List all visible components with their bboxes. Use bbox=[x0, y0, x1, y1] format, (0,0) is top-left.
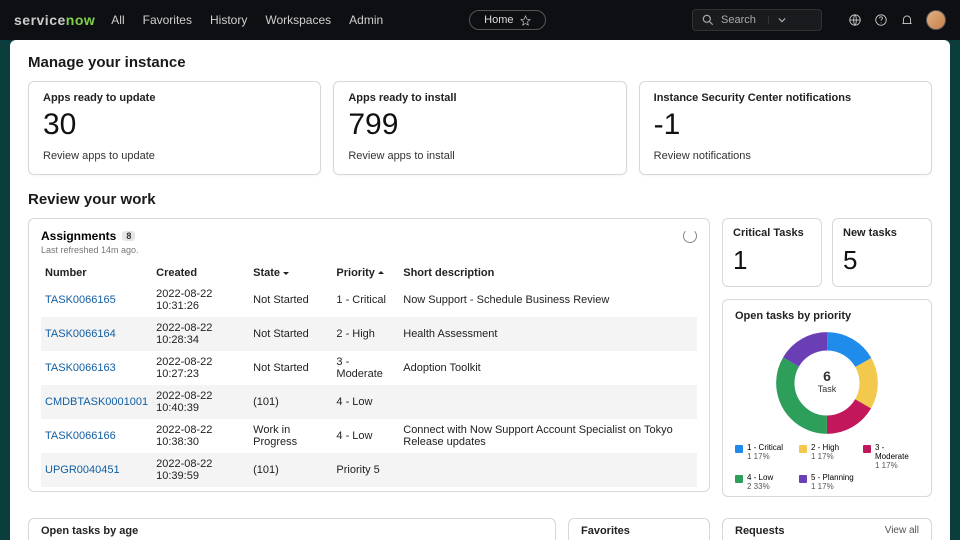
mini-card-1[interactable]: New tasks 5 bbox=[832, 218, 932, 287]
nav-admin[interactable]: Admin bbox=[349, 13, 383, 27]
card-value: -1 bbox=[654, 110, 917, 140]
donut-center: 6 Task bbox=[772, 368, 882, 394]
col-created[interactable]: Created bbox=[152, 263, 249, 283]
requests-card[interactable]: RequestsView all bbox=[722, 518, 932, 540]
task-number[interactable]: TASK0066163 bbox=[41, 351, 152, 385]
task-desc: Adoption Toolkit bbox=[399, 351, 697, 385]
card-link[interactable]: Review notifications bbox=[654, 150, 917, 162]
task-priority: 3 - Moderate bbox=[332, 351, 399, 385]
task-number[interactable]: UPGR0040451 bbox=[41, 453, 152, 487]
card-value: 30 bbox=[43, 110, 306, 140]
task-state: Not Started bbox=[249, 283, 332, 317]
assignments-table: Number Created State Priority Short desc… bbox=[41, 263, 697, 487]
priority-title: Open tasks by priority bbox=[735, 310, 919, 322]
legend-item[interactable]: 1 - Critical1 17% bbox=[735, 444, 791, 470]
mini-card-0[interactable]: Critical Tasks 1 bbox=[722, 218, 822, 287]
summary-card-2[interactable]: Instance Security Center notifications -… bbox=[639, 81, 932, 175]
nav-favorites[interactable]: Favorites bbox=[143, 13, 192, 27]
legend-swatch bbox=[799, 475, 807, 483]
task-desc bbox=[399, 385, 697, 419]
card-title: Instance Security Center notifications bbox=[654, 92, 917, 104]
globe-icon[interactable] bbox=[848, 13, 862, 27]
task-state: (101) bbox=[249, 453, 332, 487]
col-state[interactable]: State bbox=[249, 263, 332, 283]
legend-item[interactable]: 3 - Moderate1 17% bbox=[863, 444, 919, 470]
assignments-count-badge: 8 bbox=[122, 231, 135, 241]
task-created: 2022-08-22 10:27:23 bbox=[152, 351, 249, 385]
task-desc: Now Support - Schedule Business Review bbox=[399, 283, 697, 317]
section-manage-title: Manage your instance bbox=[28, 54, 932, 71]
table-row[interactable]: TASK0066165 2022-08-22 10:31:26 Not Star… bbox=[41, 283, 697, 317]
card-title: Apps ready to update bbox=[43, 92, 306, 104]
legend-swatch bbox=[735, 475, 743, 483]
nav-history[interactable]: History bbox=[210, 13, 247, 27]
assignments-title: Assignments bbox=[41, 229, 116, 243]
legend-swatch bbox=[799, 445, 807, 453]
task-desc: Health Assessment bbox=[399, 317, 697, 351]
search-dropdown[interactable] bbox=[768, 16, 790, 24]
task-priority: 4 - Low bbox=[332, 385, 399, 419]
legend-swatch bbox=[735, 445, 743, 453]
task-number[interactable]: CMDBTASK0001001 bbox=[41, 385, 152, 419]
donut-legend: 1 - Critical1 17% 2 - High1 17% 3 - Mode… bbox=[735, 444, 919, 492]
favorites-card[interactable]: Favorites bbox=[568, 518, 710, 540]
refresh-icon[interactable] bbox=[683, 229, 697, 243]
assignments-card: Assignments 8 Last refreshed 14m ago. Nu… bbox=[28, 218, 710, 492]
chevron-down-icon bbox=[778, 16, 786, 24]
priority-card: Open tasks by priority 6 Task 1 - Critic… bbox=[722, 299, 932, 497]
task-created: 2022-08-22 10:31:26 bbox=[152, 283, 249, 317]
task-priority: 4 - Low bbox=[332, 419, 399, 453]
logo[interactable]: servicenow bbox=[14, 12, 95, 28]
task-state: (101) bbox=[249, 385, 332, 419]
task-number[interactable]: TASK0066164 bbox=[41, 317, 152, 351]
card-value: 799 bbox=[348, 110, 611, 140]
summary-card-0[interactable]: Apps ready to update 30 Review apps to u… bbox=[28, 81, 321, 175]
page-body: Manage your instance Apps ready to updat… bbox=[10, 40, 950, 540]
task-state: Not Started bbox=[249, 351, 332, 385]
col-priority[interactable]: Priority bbox=[332, 263, 399, 283]
star-icon bbox=[520, 15, 531, 26]
home-pill[interactable]: Home bbox=[469, 10, 545, 30]
table-row[interactable]: TASK0066163 2022-08-22 10:27:23 Not Star… bbox=[41, 351, 697, 385]
nav-all[interactable]: All bbox=[111, 13, 124, 27]
legend-swatch bbox=[863, 445, 871, 453]
task-priority: Priority 5 bbox=[332, 453, 399, 487]
bell-icon[interactable] bbox=[900, 13, 914, 27]
task-created: 2022-08-22 10:28:34 bbox=[152, 317, 249, 351]
legend-item[interactable]: 4 - Low2 33% bbox=[735, 474, 791, 492]
legend-item[interactable]: 5 - Planning1 17% bbox=[799, 474, 855, 492]
summary-card-1[interactable]: Apps ready to install 799 Review apps to… bbox=[333, 81, 626, 175]
table-row[interactable]: TASK0066166 2022-08-22 10:38:30 Work in … bbox=[41, 419, 697, 453]
table-row[interactable]: CMDBTASK0001001 2022-08-22 10:40:39 (101… bbox=[41, 385, 697, 419]
task-priority: 1 - Critical bbox=[332, 283, 399, 317]
task-number[interactable]: TASK0066166 bbox=[41, 419, 152, 453]
task-desc bbox=[399, 453, 697, 487]
help-icon[interactable] bbox=[874, 13, 888, 27]
task-state: Not Started bbox=[249, 317, 332, 351]
section-review-title: Review your work bbox=[28, 191, 932, 208]
task-created: 2022-08-22 10:40:39 bbox=[152, 385, 249, 419]
task-priority: 2 - High bbox=[332, 317, 399, 351]
top-nav: servicenow All Favorites History Workspa… bbox=[0, 0, 960, 40]
table-row[interactable]: UPGR0040451 2022-08-22 10:39:59 (101) Pr… bbox=[41, 453, 697, 487]
col-desc[interactable]: Short description bbox=[399, 263, 697, 283]
search-icon bbox=[701, 13, 715, 27]
legend-item[interactable]: 2 - High1 17% bbox=[799, 444, 855, 470]
col-number[interactable]: Number bbox=[41, 263, 152, 283]
assignments-subtitle: Last refreshed 14m ago. bbox=[41, 245, 697, 255]
card-title: Apps ready to install bbox=[348, 92, 611, 104]
task-created: 2022-08-22 10:38:30 bbox=[152, 419, 249, 453]
card-link[interactable]: Review apps to update bbox=[43, 150, 306, 162]
task-number[interactable]: TASK0066165 bbox=[41, 283, 152, 317]
table-row[interactable]: TASK0066164 2022-08-22 10:28:34 Not Star… bbox=[41, 317, 697, 351]
card-link[interactable]: Review apps to install bbox=[348, 150, 611, 162]
user-avatar[interactable] bbox=[926, 10, 946, 30]
open-tasks-by-age-card[interactable]: Open tasks by age bbox=[28, 518, 556, 540]
global-search[interactable]: Search bbox=[692, 9, 822, 31]
task-desc: Connect with Now Support Account Special… bbox=[399, 419, 697, 453]
nav-workspaces[interactable]: Workspaces bbox=[265, 13, 331, 27]
task-state: Work in Progress bbox=[249, 419, 332, 453]
task-created: 2022-08-22 10:39:59 bbox=[152, 453, 249, 487]
